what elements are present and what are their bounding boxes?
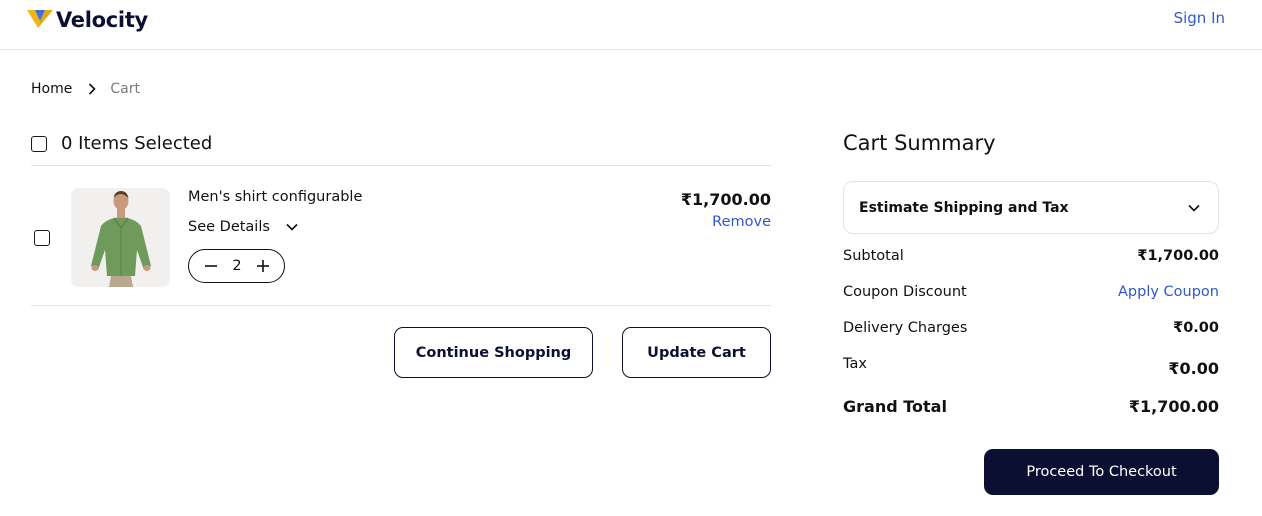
select-all-checkbox[interactable]	[31, 135, 47, 152]
chevron-down-icon	[1188, 204, 1200, 212]
apply-coupon-link[interactable]: Apply Coupon	[1118, 284, 1219, 300]
select-all-row: 0 Items Selected	[31, 133, 212, 154]
estimate-shipping-accordion[interactable]: Estimate Shipping and Tax	[843, 181, 1219, 234]
site-header: Velocity Sign In	[0, 0, 1262, 50]
estimate-shipping-label: Estimate Shipping and Tax	[859, 199, 1069, 216]
chevron-right-icon	[88, 83, 96, 95]
grand-total-row: Grand Total ₹1,700.00	[843, 397, 1219, 416]
subtotal-row: Subtotal ₹1,700.00	[843, 248, 1219, 264]
remove-item-link[interactable]: Remove	[712, 214, 771, 230]
breadcrumb-home[interactable]: Home	[31, 81, 72, 97]
brand-name: Velocity	[56, 8, 148, 32]
see-details-label: See Details	[188, 219, 270, 235]
delivery-label: Delivery Charges	[843, 320, 968, 336]
grand-total-value: ₹1,700.00	[1128, 397, 1219, 416]
divider	[31, 305, 771, 306]
quantity-value[interactable]: 2	[232, 258, 241, 274]
selected-count-label: 0 Items Selected	[61, 133, 213, 154]
sign-in-link[interactable]: Sign In	[1174, 9, 1225, 27]
quantity-stepper: 2	[188, 249, 285, 283]
shirt-model-image-icon	[71, 188, 170, 287]
product-image[interactable]	[71, 188, 170, 287]
coupon-label: Coupon Discount	[843, 284, 967, 300]
update-cart-button[interactable]: Update Cart	[622, 327, 771, 378]
brand-logo[interactable]: Velocity	[26, 6, 148, 34]
continue-shopping-button[interactable]: Continue Shopping	[394, 327, 593, 378]
plus-icon[interactable]	[256, 260, 269, 272]
chevron-down-icon	[286, 223, 298, 231]
subtotal-label: Subtotal	[843, 248, 904, 264]
breadcrumb: Home Cart	[31, 81, 140, 97]
subtotal-value: ₹1,700.00	[1137, 248, 1219, 264]
product-name[interactable]: Men's shirt configurable	[188, 189, 362, 205]
velocity-logo-icon	[27, 10, 53, 28]
proceed-to-checkout-button[interactable]: Proceed To Checkout	[984, 449, 1219, 495]
minus-icon[interactable]	[205, 260, 217, 272]
tax-label: Tax	[843, 356, 867, 372]
tax-value: ₹0.00	[1168, 359, 1219, 378]
item-checkbox[interactable]	[34, 230, 50, 246]
breadcrumb-current: Cart	[110, 81, 140, 97]
divider	[31, 165, 771, 166]
cart-summary-title: Cart Summary	[843, 131, 996, 155]
delivery-value: ₹0.00	[1173, 320, 1219, 336]
coupon-row: Coupon Discount Apply Coupon	[843, 284, 1219, 300]
tax-row: Tax ₹0.00	[843, 356, 1219, 378]
grand-total-label: Grand Total	[843, 397, 947, 416]
item-price: ₹1,700.00	[680, 190, 771, 209]
see-details-toggle[interactable]: See Details	[188, 219, 298, 235]
delivery-row: Delivery Charges ₹0.00	[843, 320, 1219, 336]
